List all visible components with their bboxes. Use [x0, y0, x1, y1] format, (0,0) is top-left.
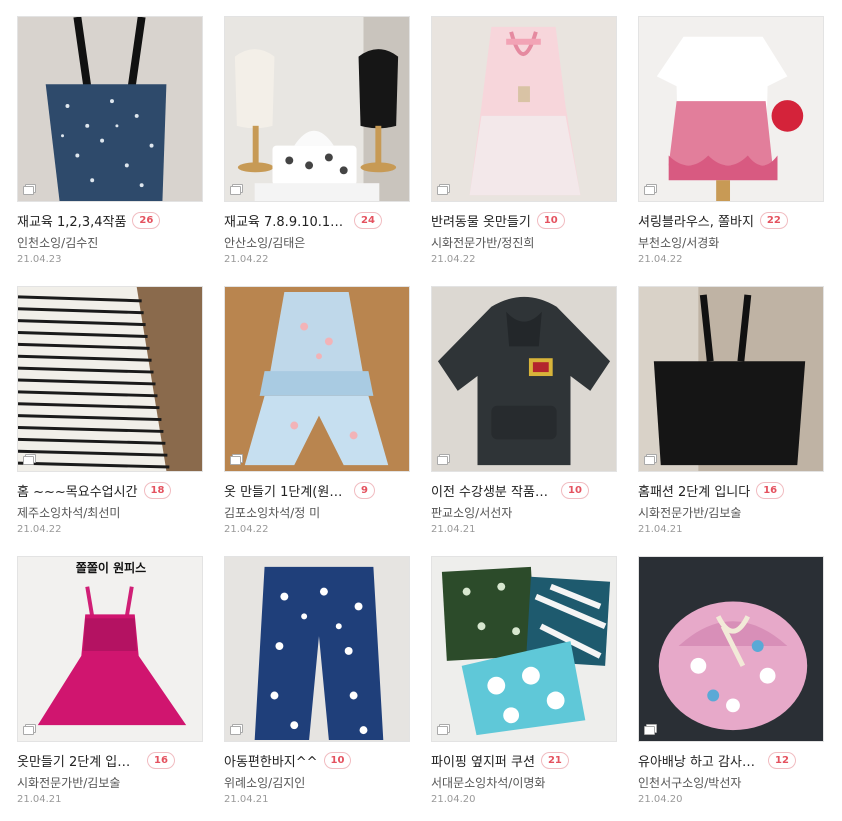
post-card[interactable]: 이전 수강생분 작품입니다 10 판교소잉/서선자 21.04.21	[431, 286, 617, 535]
comment-count-badge[interactable]: 10	[561, 481, 589, 499]
tote-bag-photo	[18, 17, 202, 201]
post-date: 21.04.22	[17, 524, 62, 535]
post-thumbnail[interactable]	[638, 556, 824, 742]
post-date: 21.04.21	[431, 524, 476, 535]
post-title[interactable]: 셔링블라우스, 쫄바지	[638, 211, 754, 230]
post-date: 21.04.22	[224, 254, 269, 265]
post-thumbnail[interactable]	[224, 556, 410, 742]
post-date: 21.04.20	[638, 794, 683, 805]
post-date: 21.04.21	[17, 794, 62, 805]
comment-count-badge[interactable]: 22	[759, 211, 788, 229]
post-gallery-grid: 재교육 1,2,3,4작품 26 인천소잉/김수진 21.04.23 재교육 7…	[0, 0, 842, 821]
post-thumbnail[interactable]	[638, 16, 824, 202]
image-stack-icon	[23, 186, 34, 195]
image-stack-icon	[437, 186, 448, 195]
post-date: 21.04.23	[17, 254, 62, 265]
post-title[interactable]: 옷 만들기 1단계(원피스)	[224, 481, 348, 500]
post-thumbnail[interactable]: 쫄쫄이 원피스	[17, 556, 203, 742]
post-thumbnail[interactable]	[638, 286, 824, 472]
post-author[interactable]: 부천소잉/서경화	[638, 234, 824, 251]
post-date: 21.04.20	[431, 794, 476, 805]
post-date: 21.04.21	[224, 794, 269, 805]
star-pants-photo	[225, 557, 409, 741]
mannequin-photo	[225, 17, 409, 201]
post-date: 21.04.21	[638, 524, 683, 535]
comment-count-badge[interactable]: 16	[147, 751, 175, 769]
post-title[interactable]: 재교육 7.8.9.10.11.12	[224, 211, 348, 230]
comment-count-badge[interactable]: 16	[756, 481, 785, 499]
post-card[interactable]: 셔링블라우스, 쫄바지 22 부천소잉/서경화 21.04.22	[638, 16, 824, 265]
post-thumbnail[interactable]	[224, 16, 410, 202]
post-title[interactable]: 유아배낭 하고 감사합니다	[638, 751, 762, 770]
post-author[interactable]: 판교소잉/서선자	[431, 504, 617, 521]
post-card[interactable]: 아동편한바지^^ 10 위례소잉/김지인 21.04.21	[224, 556, 410, 805]
hoodie-photo	[432, 287, 616, 471]
post-thumbnail[interactable]	[431, 286, 617, 472]
post-author[interactable]: 김포소잉차석/정 미	[224, 504, 410, 521]
image-stack-icon	[644, 186, 655, 195]
comment-count-badge[interactable]: 10	[323, 751, 352, 769]
shirred-blouse-photo	[639, 17, 823, 201]
comment-count-badge[interactable]: 21	[540, 751, 569, 769]
post-author[interactable]: 인천서구소잉/박선자	[638, 774, 824, 791]
post-author[interactable]: 시화전문가반/정진희	[431, 234, 617, 251]
post-card[interactable]: 옷 만들기 1단계(원피스) 9 김포소잉차석/정 미 21.04.22	[224, 286, 410, 535]
comment-count-badge[interactable]: 12	[768, 751, 796, 769]
post-card[interactable]: 쫄쫄이 원피스 옷만들기 2단계 입니다 16 시화전문가반/김보술 21.04…	[17, 556, 203, 805]
image-stack-icon	[230, 456, 241, 465]
post-title[interactable]: 홈 ~~~목요수업시간	[17, 481, 138, 500]
image-stack-icon	[437, 456, 448, 465]
post-date: 21.04.22	[638, 254, 683, 265]
post-author[interactable]: 안산소잉/김태은	[224, 234, 410, 251]
post-author[interactable]: 시화전문가반/김보술	[17, 774, 203, 791]
post-title[interactable]: 재교육 1,2,3,4작품	[17, 211, 126, 230]
post-title[interactable]: 반려동물 옷만들기	[431, 211, 531, 230]
image-stack-icon	[230, 186, 241, 195]
post-title[interactable]: 홈패션 2단계 입니다	[638, 481, 750, 500]
post-title[interactable]: 옷만들기 2단계 입니다	[17, 751, 141, 770]
image-stack-icon	[644, 726, 655, 735]
post-author[interactable]: 인천소잉/김수진	[17, 234, 203, 251]
post-title[interactable]: 아동편한바지^^	[224, 751, 318, 770]
comment-count-badge[interactable]: 10	[536, 211, 565, 229]
comment-count-badge[interactable]: 9	[354, 481, 375, 499]
post-author[interactable]: 제주소잉차석/최선미	[17, 504, 203, 521]
kids-set-photo	[225, 287, 409, 471]
comment-count-badge[interactable]: 24	[354, 211, 382, 229]
comment-count-badge[interactable]: 26	[132, 211, 161, 229]
post-author[interactable]: 시화전문가반/김보술	[638, 504, 824, 521]
post-author[interactable]: 위례소잉/김지인	[224, 774, 410, 791]
cushion-photo	[432, 557, 616, 741]
post-card[interactable]: 반려동물 옷만들기 10 시화전문가반/정진희 21.04.22	[431, 16, 617, 265]
post-card[interactable]: 재교육 7.8.9.10.11.12 24 안산소잉/김태은 21.04.22	[224, 16, 410, 265]
post-card[interactable]: 홈 ~~~목요수업시간 18 제주소잉차석/최선미 21.04.22	[17, 286, 203, 535]
pink-dress-photo	[18, 557, 202, 741]
post-thumbnail[interactable]	[224, 286, 410, 472]
post-author[interactable]: 서대문소잉차석/이명화	[431, 774, 617, 791]
striped-pants-photo	[18, 287, 202, 471]
image-stack-icon	[437, 726, 448, 735]
comment-count-badge[interactable]: 18	[143, 481, 172, 499]
post-thumbnail[interactable]	[431, 16, 617, 202]
image-stack-icon	[230, 726, 241, 735]
post-thumbnail[interactable]	[17, 16, 203, 202]
post-card[interactable]: 재교육 1,2,3,4작품 26 인천소잉/김수진 21.04.23	[17, 16, 203, 265]
image-stack-icon	[23, 456, 34, 465]
post-date: 21.04.22	[431, 254, 476, 265]
post-thumbnail[interactable]	[17, 286, 203, 472]
post-thumbnail[interactable]	[431, 556, 617, 742]
post-title[interactable]: 파이핑 옆지퍼 쿠션	[431, 751, 535, 770]
post-card[interactable]: 홈패션 2단계 입니다 16 시화전문가반/김보술 21.04.21	[638, 286, 824, 535]
image-stack-icon	[644, 456, 655, 465]
post-date: 21.04.22	[224, 524, 269, 535]
post-card[interactable]: 유아배낭 하고 감사합니다 12 인천서구소잉/박선자 21.04.20	[638, 556, 824, 805]
black-tote-photo	[639, 287, 823, 471]
baby-backpack-photo	[639, 557, 823, 741]
image-stack-icon	[23, 726, 34, 735]
pet-dress-photo	[432, 17, 616, 201]
image-caption: 쫄쫄이 원피스	[75, 561, 147, 575]
post-card[interactable]: 파이핑 옆지퍼 쿠션 21 서대문소잉차석/이명화 21.04.20	[431, 556, 617, 805]
post-title[interactable]: 이전 수강생분 작품입니다	[431, 481, 555, 500]
